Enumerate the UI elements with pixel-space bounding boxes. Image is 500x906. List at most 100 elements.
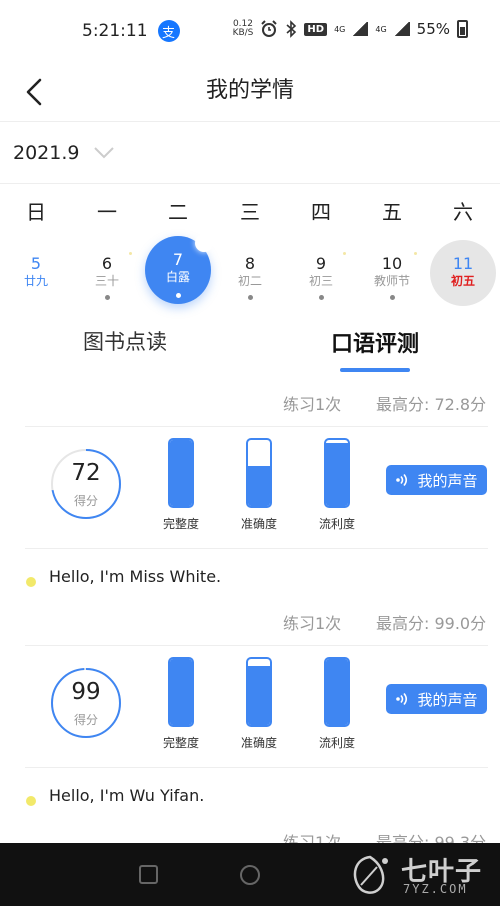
metric-completeness: 完整度 [146,657,216,751]
site-watermark: 七叶子 7YZ.COM [345,851,495,899]
record-dot [104,295,110,300]
date-cell-10[interactable]: 10 教师节 [359,240,425,306]
metric-fill [326,659,348,725]
score-label: 得分 [73,713,98,727]
metric-bar [246,657,272,727]
tab-book-reading[interactable]: 图书点读 [25,326,225,356]
metric-bar [246,438,272,508]
metric-bar [324,438,350,508]
date-number: 5 [30,254,42,273]
network-type-2: 4G [375,24,387,34]
date-lunar: 白露 [165,270,190,284]
practice-count: 练习1次 [283,395,342,414]
alipay-icon: 支 [157,20,180,42]
net-speed: 0.12 KB/S [233,20,254,38]
month-selector[interactable]: 2021.9 [0,122,500,184]
best-score: 最高分: 99.0分 [376,614,487,633]
record-dot [175,293,181,298]
network-type-1: 4G [334,24,346,34]
metric-fill [248,466,270,506]
date-number: 11 [452,254,474,273]
net-speed-unit: KB/S [232,28,254,38]
sentence-bullet [26,796,36,806]
metric-label: 流利度 [318,517,355,531]
date-cell-9[interactable]: 9 初三 [288,240,354,306]
sparkle [343,252,346,255]
date-lunar: 初二 [237,274,262,288]
metric-bar [168,438,194,508]
date-number: 6 [101,254,113,273]
record-dot [318,295,324,300]
record-dot [389,295,395,300]
signal-icon [352,22,369,36]
my-voice-button[interactable]: 我的声音 [386,684,487,714]
metric-completeness: 完整度 [146,438,216,532]
weekday-label: 日 [26,200,46,224]
weekday-label: 三 [240,200,260,224]
metric-label: 准确度 [240,517,277,531]
sentence-item[interactable]: Hello, I'm Wu Yifan. [0,786,500,816]
home-button[interactable] [240,865,260,885]
score-label: 得分 [73,494,98,508]
date-strip: 5 廿九 6 三十 7 白露 8 初二 9 初三 10 教师节 11 初五 [0,234,500,312]
best-score: 最高分: 72.8分 [376,395,487,414]
battery-icon [457,20,468,38]
metric-fluency: 流利度 [302,657,372,751]
date-number: 9 [315,254,327,273]
sound-icon [396,473,408,487]
score-value: 72 [71,460,101,486]
score-card: 72 得分 完整度 准确度 流利度 我的声音 [0,428,500,548]
my-voice-button[interactable]: 我的声音 [386,465,487,495]
weekday-label: 四 [311,200,331,224]
status-indicators: 0.12 KB/S HD 4G 4G 55% [233,20,468,38]
divider [25,548,488,549]
metric-bar [168,657,194,727]
practice-stats: 练习1次 最高分: 72.8分 [0,391,500,421]
date-cell-8[interactable]: 8 初二 [217,240,283,306]
hd-badge: HD [304,22,328,36]
sentence-bullet [26,577,36,587]
metric-fill [170,440,192,506]
sentence-item[interactable]: Hello, I'm Miss White. [0,567,500,597]
tab-oral-evaluation[interactable]: 口语评测 [275,326,475,358]
weekday-label: 二 [168,200,188,224]
score-value: 99 [71,679,101,705]
leaf-logo-icon [353,855,388,894]
battery-level: 55% [416,20,450,38]
weekday-label: 一 [97,200,117,224]
metric-accuracy: 准确度 [224,438,294,532]
metric-accuracy: 准确度 [224,657,294,751]
page-title: 我的学情 [205,78,294,103]
recent-apps-button[interactable] [139,865,158,884]
my-voice-label: 我的声音 [417,690,478,709]
metric-label: 准确度 [240,736,277,750]
sentence-text: Hello, I'm Miss White. [49,567,222,586]
metric-label: 完整度 [162,736,199,750]
practice-stats: 练习1次 最高分: 99.0分 [0,610,500,640]
sound-icon [396,692,408,706]
date-lunar: 教师节 [373,274,410,288]
signal-icon [393,22,410,36]
app-header: 我的学情 [0,62,500,122]
my-voice-label: 我的声音 [417,471,478,490]
date-lunar: 三十 [94,274,119,288]
date-number: 10 [381,254,403,273]
date-lunar: 初五 [450,274,475,288]
sentence-text: Hello, I'm Wu Yifan. [49,786,205,805]
selected-sparkle [195,234,213,252]
sparkle [414,252,417,255]
date-lunar: 廿九 [23,274,48,288]
date-cell-7[interactable]: 7 白露 [145,234,213,304]
divider [25,767,488,768]
divider [25,645,488,646]
date-cell-6[interactable]: 6 三十 [74,240,140,306]
practice-count: 练习1次 [283,614,342,633]
date-cell-5[interactable]: 5 廿九 [3,240,69,306]
alarm-icon [261,20,278,37]
metric-label: 完整度 [162,517,199,531]
metric-fill [326,443,348,506]
weekday-label: 五 [382,200,402,224]
status-bar: 5:21:11 支 0.12 KB/S HD 4G 4G 55% [0,0,500,62]
date-cell-11[interactable]: 11 初五 [430,240,496,306]
date-number: 7 [172,250,184,269]
